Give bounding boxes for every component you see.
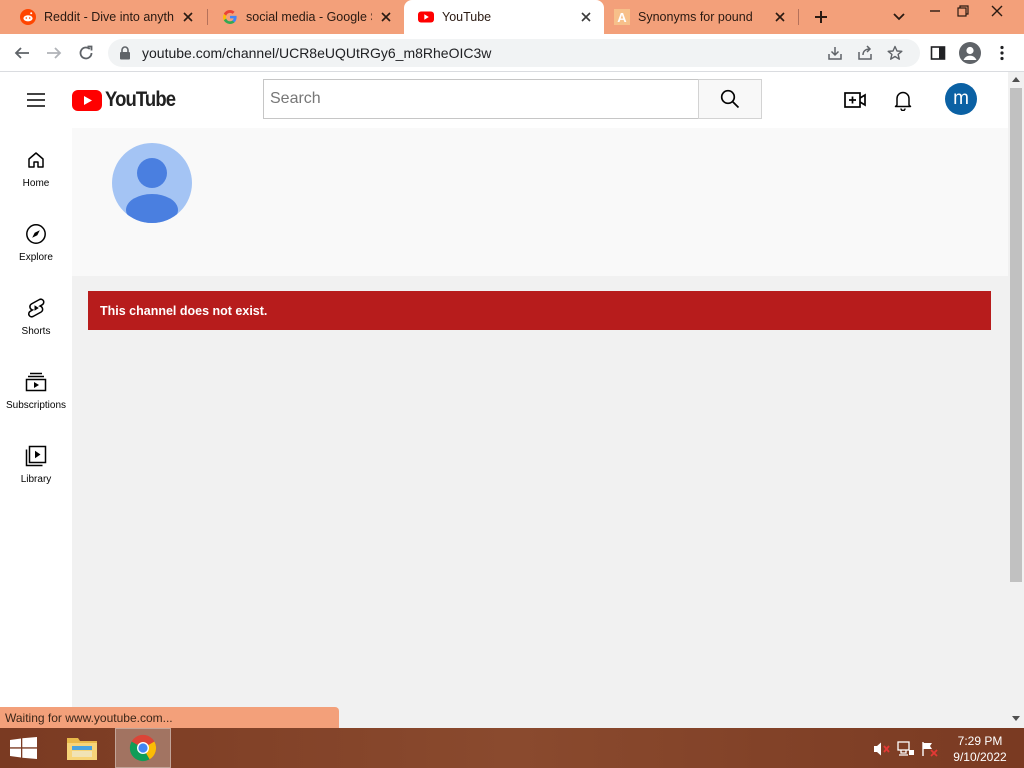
youtube-play-logo-icon	[72, 89, 102, 111]
close-icon[interactable]	[180, 9, 196, 25]
browser-tab-strip: Reddit - Dive into anything social media…	[0, 0, 1024, 34]
restore-icon[interactable]	[946, 0, 980, 22]
channel-header	[72, 128, 1008, 276]
profile-avatar-icon[interactable]	[956, 39, 984, 67]
google-icon	[222, 9, 238, 25]
taskbar-file-explorer[interactable]	[54, 728, 110, 768]
loading-status-bubble: Waiting for www.youtube.com...	[0, 707, 339, 728]
address-bar[interactable]: youtube.com/channel/UCR8eUQUtRGy6_m8RheO…	[108, 39, 920, 67]
scroll-up-arrow-icon[interactable]	[1008, 72, 1024, 86]
forward-arrow-icon[interactable]	[40, 39, 68, 67]
install-app-icon[interactable]	[820, 41, 850, 65]
menu-hamburger-icon[interactable]	[22, 87, 50, 113]
clock-time: 7:29 PM	[957, 734, 1003, 748]
scrollbar-thumb[interactable]	[1010, 88, 1022, 582]
home-icon	[24, 148, 48, 172]
back-arrow-icon[interactable]	[8, 39, 36, 67]
library-icon	[24, 444, 48, 468]
default-avatar-icon	[112, 143, 192, 223]
youtube-logo-text: YouTube	[105, 88, 176, 111]
action-center-flag-icon[interactable]	[921, 740, 939, 758]
compass-icon	[24, 222, 48, 246]
close-window-icon[interactable]	[980, 0, 1014, 22]
youtube-icon	[418, 9, 434, 25]
windows-start-icon[interactable]	[10, 737, 38, 759]
account-avatar[interactable]: m	[945, 83, 977, 115]
tab-title: YouTube	[442, 10, 492, 24]
url-text[interactable]: youtube.com/channel/UCR8eUQUtRGy6_m8RheO…	[142, 45, 820, 61]
page-scrollbar[interactable]	[1008, 72, 1024, 728]
taskbar-clock[interactable]: 7:29 PM 9/10/2022	[944, 733, 1016, 765]
subscriptions-icon	[24, 370, 48, 394]
youtube-masthead: YouTube m	[0, 72, 1008, 128]
scroll-down-arrow-icon[interactable]	[1008, 712, 1024, 726]
error-alert-banner: This channel does not exist.	[88, 291, 991, 330]
youtube-logo[interactable]: YouTube	[72, 88, 185, 112]
tab-youtube[interactable]: YouTube	[404, 0, 604, 34]
close-icon[interactable]	[578, 9, 594, 25]
browser-toolbar: youtube.com/channel/UCR8eUQUtRGy6_m8RheO…	[0, 34, 1024, 72]
search-input[interactable]	[270, 90, 693, 108]
tab-search-chevron-icon[interactable]	[886, 5, 912, 29]
windows-taskbar: 7:29 PM 9/10/2022	[0, 728, 1024, 768]
guide-item-label: Shorts	[21, 326, 51, 337]
new-tab-button[interactable]	[808, 5, 834, 29]
more-menu-icon[interactable]	[988, 39, 1016, 67]
reddit-icon	[20, 9, 36, 25]
guide-item-shorts[interactable]: Shorts	[0, 276, 72, 350]
tab-synonyms[interactable]: A Synonyms for pound	[600, 0, 798, 34]
close-icon[interactable]	[378, 9, 394, 25]
tab-google-search[interactable]: social media - Google Search	[208, 0, 404, 34]
lock-icon[interactable]	[118, 46, 132, 60]
shorts-icon	[24, 296, 48, 320]
guide-item-label: Library	[20, 474, 52, 485]
tab-title: social media - Google Search	[246, 10, 372, 24]
left-guide-nav: Home Explore Shorts Subscriptions Librar…	[0, 128, 72, 728]
guide-item-home[interactable]: Home	[0, 128, 72, 202]
tab-title: Synonyms for pound	[638, 10, 753, 24]
thesaurus-icon: A	[614, 9, 630, 25]
clock-date: 9/10/2022	[953, 750, 1007, 764]
notifications-bell-icon[interactable]	[889, 86, 917, 114]
reload-icon[interactable]	[72, 39, 100, 67]
volume-muted-icon[interactable]	[873, 740, 891, 758]
network-icon[interactable]	[897, 740, 915, 758]
guide-item-explore[interactable]: Explore	[0, 202, 72, 276]
search-box[interactable]	[263, 79, 699, 119]
guide-item-subscriptions[interactable]: Subscriptions	[0, 350, 72, 424]
search-button[interactable]	[698, 79, 762, 119]
search-icon	[720, 89, 740, 109]
guide-item-label: Explore	[19, 252, 53, 263]
share-icon[interactable]	[850, 41, 880, 65]
tab-title: Reddit - Dive into anything	[44, 10, 174, 24]
create-video-icon[interactable]	[841, 86, 869, 114]
alert-message: This channel does not exist.	[100, 303, 268, 318]
guide-item-library[interactable]: Library	[0, 424, 72, 498]
chrome-icon	[129, 734, 157, 762]
side-panel-icon[interactable]	[924, 39, 952, 67]
close-icon[interactable]	[772, 9, 788, 25]
guide-item-label: Home	[22, 178, 50, 189]
taskbar-chrome[interactable]	[115, 728, 171, 768]
tab-divider	[798, 9, 799, 25]
folder-icon	[67, 738, 97, 760]
tab-reddit[interactable]: Reddit - Dive into anything	[6, 0, 206, 34]
svg-text:A: A	[617, 10, 627, 25]
bookmark-star-icon[interactable]	[880, 41, 910, 65]
guide-item-label: Subscriptions	[5, 400, 67, 411]
